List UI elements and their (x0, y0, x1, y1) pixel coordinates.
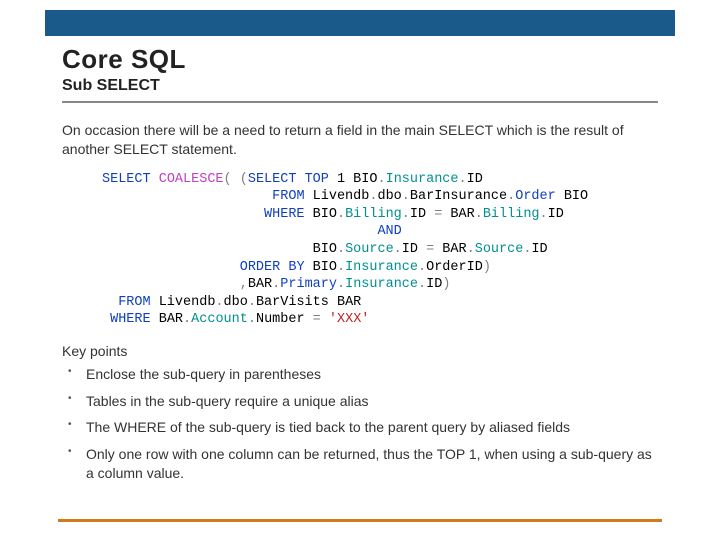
slide-title: Core SQL (62, 44, 658, 75)
keypoints-list: Enclose the sub-query in parentheses Tab… (62, 365, 658, 483)
list-item: Tables in the sub-query require a unique… (66, 392, 658, 411)
slide-content: Core SQL Sub SELECT On occasion there wi… (62, 44, 658, 491)
list-item: Enclose the sub-query in parentheses (66, 365, 658, 384)
slide-subtitle: Sub SELECT (62, 77, 658, 95)
footer-rule (58, 519, 662, 522)
keypoints-label: Key points (62, 343, 658, 359)
list-item: The WHERE of the sub-query is tied back … (66, 418, 658, 437)
intro-text: On occasion there will be a need to retu… (62, 121, 658, 159)
list-item: Only one row with one column can be retu… (66, 445, 658, 483)
header-bar (45, 10, 675, 36)
sql-code: SELECT COALESCE( (SELECT TOP 1 BIO.Insur… (102, 171, 658, 329)
title-rule (62, 101, 658, 103)
